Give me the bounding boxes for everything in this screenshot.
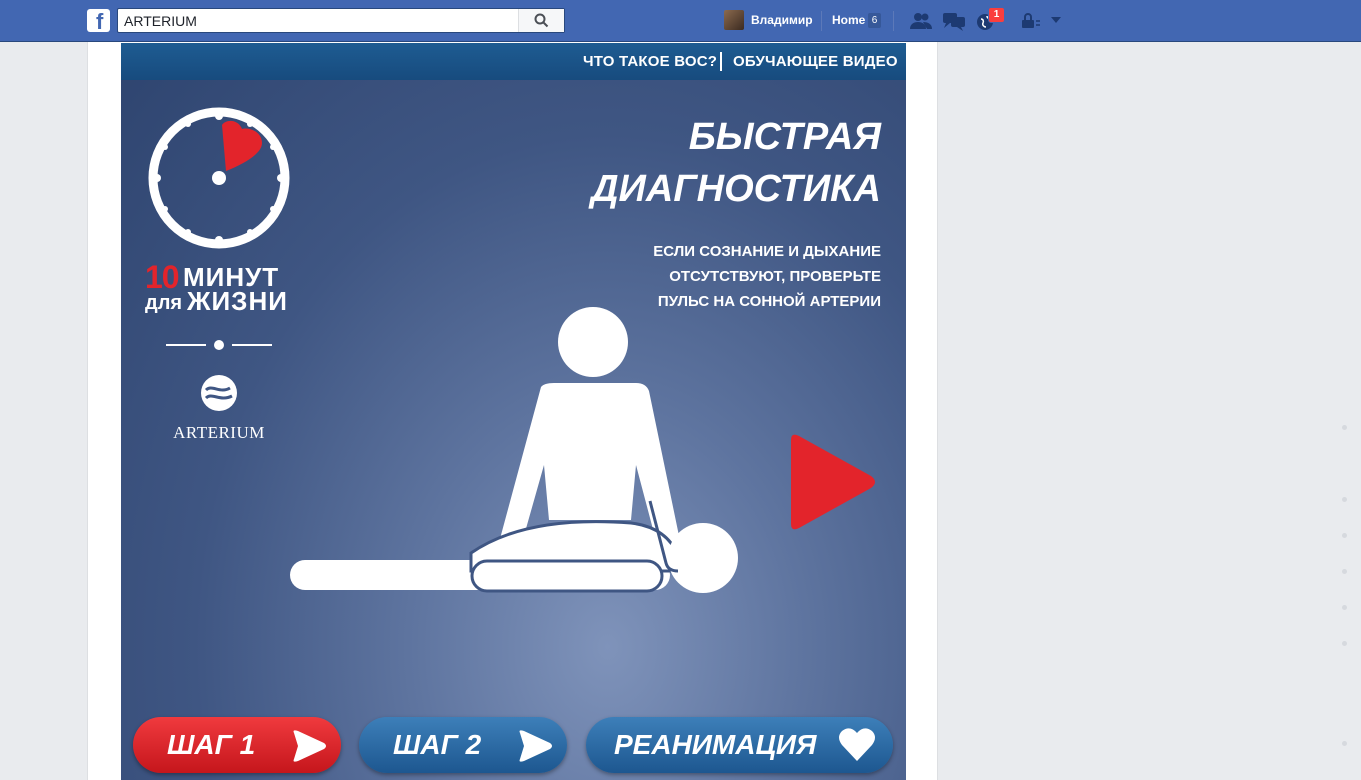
page-title: БЫСТРАЯ ДИАГНОСТИКА [591, 111, 881, 215]
logo-word-dlya: для [145, 292, 183, 314]
sidebar-dot [1342, 533, 1347, 538]
step-label: ШАГ 1 [167, 729, 256, 760]
home-count-badge: 6 [868, 13, 881, 28]
step-label: РЕАНИМАЦИЯ [614, 729, 817, 760]
app-banner: ЧТО ТАКОЕ ВОС? ОБУЧАЮЩЕЕ ВИДЕО 10 МИНУТ … [121, 43, 906, 780]
divider [893, 11, 894, 31]
what-is-vos-link[interactable]: ЧТО ТАКОЕ ВОС? [583, 53, 717, 70]
heart-icon [839, 728, 875, 761]
play-video-button[interactable] [783, 432, 879, 532]
friend-requests-icon[interactable] [909, 11, 933, 31]
facebook-top-bar: f Владимир Home 6 1 [0, 0, 1361, 42]
play-arrow-icon [519, 730, 552, 762]
arterium-brand-text: ARTERIUM [173, 423, 265, 442]
search-button[interactable] [518, 9, 564, 32]
clock-heart-icon [148, 107, 290, 249]
profile-link[interactable]: Владимир [751, 13, 813, 27]
facebook-logo-icon[interactable]: f [87, 9, 110, 34]
sidebar-dot [1342, 641, 1347, 646]
sidebar-dot [1342, 425, 1347, 430]
instruction-line: ЕСЛИ СОЗНАНИЕ И ДЫХАНИЕ [653, 243, 881, 260]
step-2-button[interactable]: ШАГ 2 [359, 717, 567, 773]
logo-word-zhizni: ЖИЗНИ [187, 286, 288, 316]
notifications-count-badge: 1 [988, 7, 1005, 23]
sidebar-dot [1342, 605, 1347, 610]
nav-divider [720, 52, 722, 71]
reanimation-button[interactable]: РЕАНИМАЦИЯ [586, 717, 893, 773]
search-input[interactable] [118, 9, 518, 32]
play-arrow-icon [293, 730, 326, 762]
arterium-logo-icon [201, 375, 237, 411]
divider [821, 11, 822, 31]
instruction-text: ЕСЛИ СОЗНАНИЕ И ДЫХАНИЕ ОТСУТСТВУЮТ, ПРО… [653, 239, 881, 314]
sidebar-dot [1342, 497, 1347, 502]
avatar[interactable] [724, 10, 744, 30]
sidebar-dot [1342, 569, 1347, 574]
title-line: ДИАГНОСТИКА [591, 168, 881, 210]
training-video-link[interactable]: ОБУЧАЮЩЕЕ ВИДЕО [733, 53, 898, 70]
pulse-check-illustration [290, 307, 738, 593]
instruction-line: ОТСУТСТВУЮТ, ПРОВЕРЬТЕ [669, 268, 881, 285]
logo-number: 10 [145, 259, 180, 295]
sidebar-dot [1342, 741, 1347, 746]
decorative-divider [166, 340, 272, 350]
banner-nav-bar: ЧТО ТАКОЕ ВОС? ОБУЧАЮЩЕЕ ВИДЕО [121, 43, 906, 80]
search-icon [534, 13, 549, 28]
search-box [117, 8, 565, 33]
messages-icon[interactable] [942, 11, 966, 31]
privacy-lock-icon[interactable] [1018, 11, 1042, 31]
step-1-button[interactable]: ШАГ 1 [133, 717, 341, 773]
step-label: ШАГ 2 [393, 729, 482, 760]
home-link[interactable]: Home [832, 13, 865, 27]
title-line: БЫСТРАЯ [688, 116, 881, 158]
account-menu-chevron-down-icon[interactable] [1048, 14, 1064, 26]
